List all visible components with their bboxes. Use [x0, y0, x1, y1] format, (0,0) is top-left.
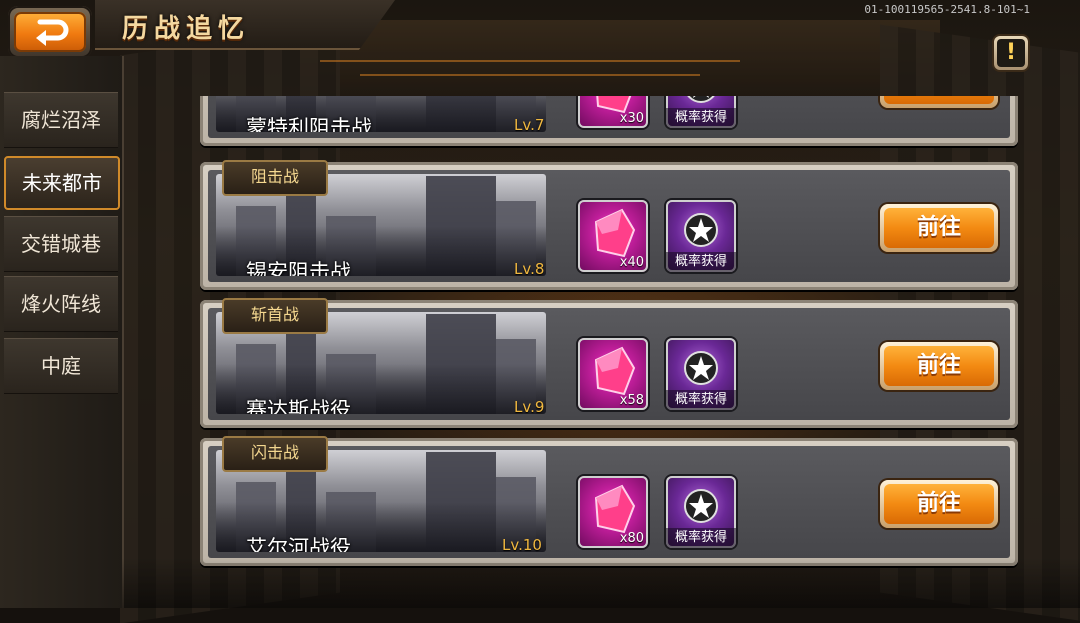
stage-card: 蒙特利阻击战 Lv.7 x30 概率获得 前往	[200, 96, 1018, 146]
reward-quantity: x30	[619, 111, 644, 126]
stage-level: Lv.10	[502, 536, 542, 552]
stage-card: 锡安阻击战 Lv.8 阻击战 x40 概率获得 前往	[200, 160, 1018, 290]
stage-name: 赛达斯战役	[246, 398, 351, 414]
stage-level: Lv.8	[514, 260, 545, 276]
random-reward[interactable]: 概率获得	[666, 96, 736, 128]
page-title: 历战追忆	[122, 14, 251, 44]
stage-type-tag: 闪击战	[222, 436, 328, 472]
reward-caption: 概率获得	[666, 390, 736, 410]
go-button[interactable]: 前往	[880, 96, 998, 108]
stage-name: 艾尔河战役	[246, 536, 351, 552]
random-reward[interactable]: 概率获得	[666, 338, 736, 410]
crystal-reward[interactable]: x80	[578, 476, 648, 548]
go-button-label[interactable]: 前往	[884, 346, 994, 386]
reward-quantity: x40	[619, 255, 644, 270]
stage-card: 赛达斯战役 Lv.9 斩首战 x58 概率获得 前往	[200, 298, 1018, 428]
reward-quantity: x80	[619, 531, 644, 546]
stage-level: Lv.7	[514, 116, 545, 132]
top-bar: 历战追忆 01-100119565-2541.8-101~1	[0, 0, 1080, 58]
back-arrow-icon	[36, 19, 69, 46]
crystal-reward[interactable]: x30	[578, 96, 648, 128]
back-button[interactable]	[8, 6, 92, 58]
go-button-label[interactable]: 前往	[884, 208, 994, 248]
sidebar-item-crossing-alley[interactable]: 交错城巷	[4, 216, 118, 272]
stage-list[interactable]: 蒙特利阻击战 Lv.7 x30 概率获得 前往	[196, 96, 1026, 608]
reward-caption: 概率获得	[666, 108, 736, 128]
sidebar-item-warfront[interactable]: 烽火阵线	[4, 276, 118, 332]
sidebar-item-rotten-swamp[interactable]: 腐烂沼泽	[4, 92, 118, 148]
crystal-reward[interactable]: x40	[578, 200, 648, 272]
stage-type-tag: 斩首战	[222, 298, 328, 334]
stage-type-tag: 阻击战	[222, 160, 328, 196]
go-button[interactable]: 前往	[880, 342, 998, 390]
glow-line	[320, 60, 740, 62]
random-reward[interactable]: 概率获得	[666, 200, 736, 272]
go-button-label[interactable]: 前往	[884, 484, 994, 524]
version-text: 01-100119565-2541.8-101~1	[864, 3, 1030, 16]
go-button[interactable]: 前往	[880, 204, 998, 252]
stage-card: 艾尔河战役 Lv.10 闪击战 x80 概率获得 前往	[200, 436, 1018, 566]
sidebar: 腐烂沼泽 未来都市 交错城巷 烽火阵线 中庭	[0, 56, 124, 608]
go-button-label[interactable]: 前往	[884, 96, 994, 104]
crystal-reward[interactable]: x58	[578, 338, 648, 410]
random-reward[interactable]: 概率获得	[666, 476, 736, 548]
stage-level: Lv.9	[514, 398, 545, 414]
exclamation-icon: !	[997, 39, 1025, 67]
info-button[interactable]: !	[994, 36, 1028, 70]
stage-name: 锡安阻击战	[246, 260, 351, 276]
sidebar-item-future-city[interactable]: 未来都市	[4, 156, 120, 210]
bottom-shadow	[122, 558, 1080, 608]
stage-name: 蒙特利阻击战	[246, 116, 372, 132]
glow-line	[360, 74, 700, 76]
reward-caption: 概率获得	[666, 528, 736, 548]
stage-thumbnail: 蒙特利阻击战 Lv.7	[216, 96, 546, 132]
sidebar-item-atrium[interactable]: 中庭	[4, 338, 118, 394]
reward-caption: 概率获得	[666, 252, 736, 272]
reward-quantity: x58	[619, 393, 644, 408]
go-button[interactable]: 前往	[880, 480, 998, 528]
